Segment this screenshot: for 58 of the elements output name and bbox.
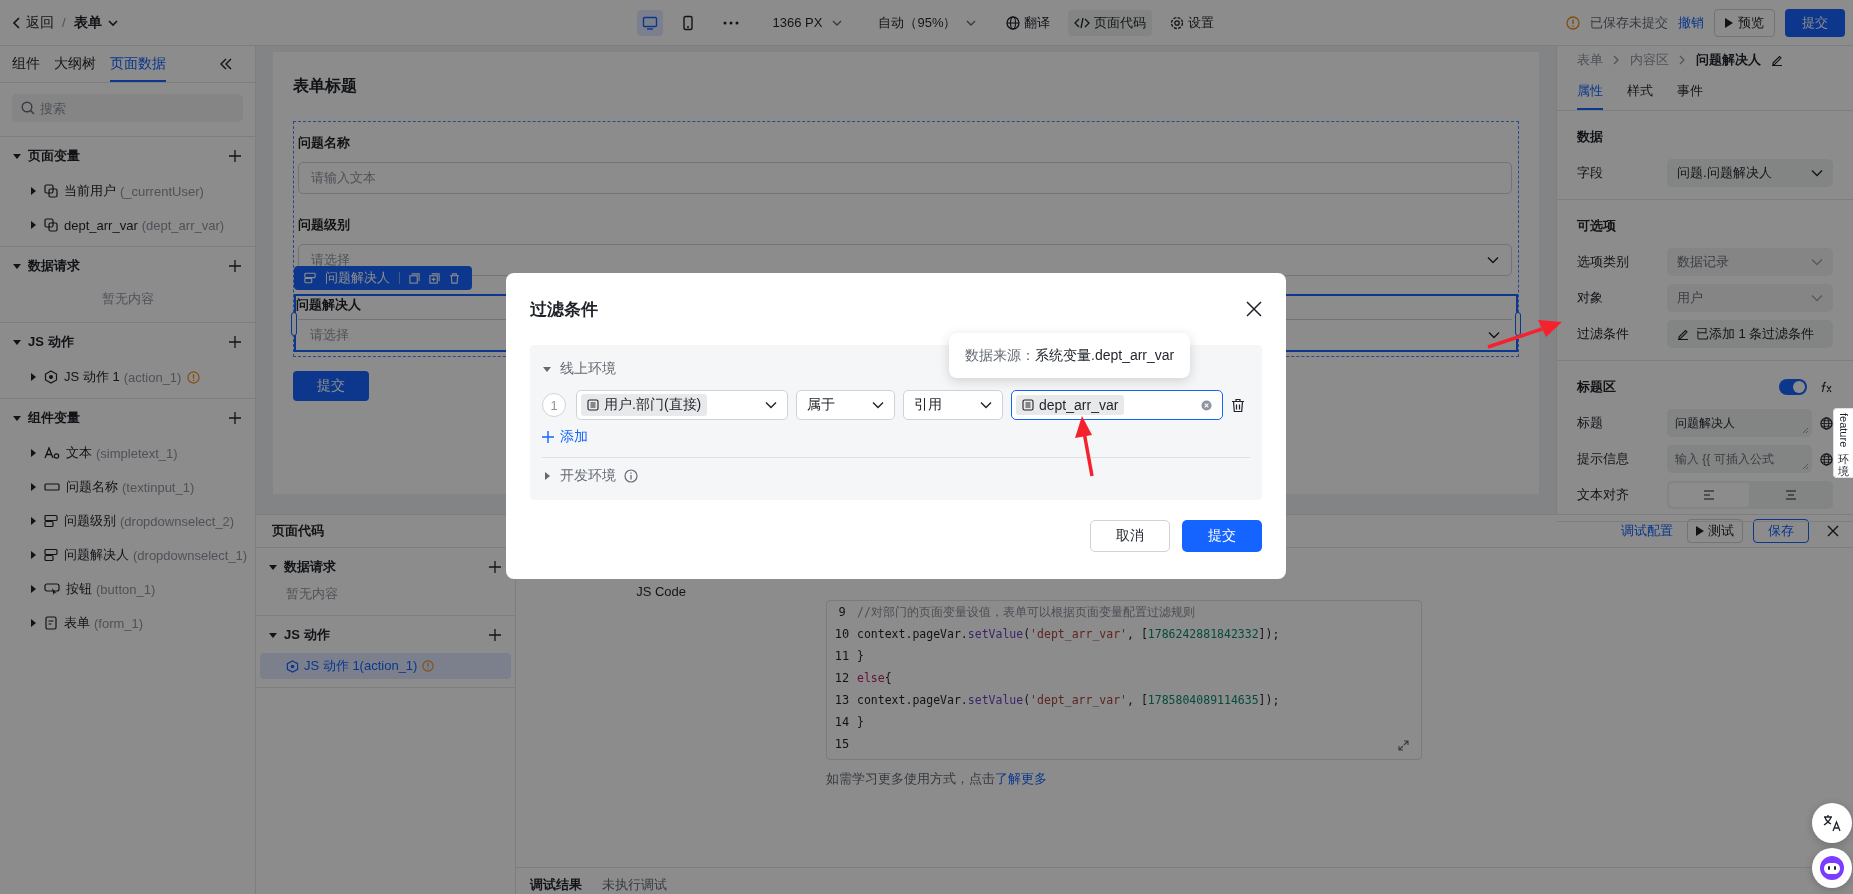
line-number: 10 [833,627,851,641]
tree-item-code: (_currentUser) [120,183,204,199]
line-number: 11 [833,649,851,663]
code-line: context.pageVar.setValue('dept_arr_var', [1785804089114635]); [857,693,1280,707]
panel-title: 页面代码 [272,522,324,540]
tooltip-value: 系统变量.dept_arr_var [1035,346,1175,365]
line-number: 13 [833,693,851,707]
property-label: 过滤条件 [1577,325,1630,343]
section-title: 组件变量 [28,408,80,427]
row-number: 1 [542,393,566,417]
path-separator: / [62,15,66,30]
code-line: else{ [857,671,892,685]
form-title: 表单标题 [293,76,358,96]
property-label: 字段 [1577,164,1604,182]
tree-item-code: (button_1) [96,581,156,597]
field-label: 问题解决人 [296,297,361,312]
property-label: 文本对齐 [1577,486,1630,504]
line-number: 14 [833,715,851,729]
section-title: JS 动作 [28,332,74,351]
field-label: 问题名称 [298,135,350,150]
tree-item-code: (form_1) [94,615,144,631]
empty-text: 暂无内容 [100,290,155,308]
section-title: 数据请求 [28,256,80,275]
tree-item-code: (simpletext_1) [96,445,178,461]
help-text: 如需学习更多使用方式，点击了解更多 [826,770,1048,788]
field-placeholder: 请选择 [310,326,349,344]
field-placeholder: 请选择 [311,251,350,269]
line-number: 12 [833,671,851,685]
toolbar-label: 问题解决人 [325,269,390,287]
save-status: 已保存未提交 [1590,13,1668,32]
code-label: JS Code [635,584,687,601]
field-label: 问题级别 [298,217,350,232]
section-title: 数据请求 [284,557,336,576]
property-label: 对象 [1577,289,1604,307]
tooltip-label: 数据来源： [965,346,1035,365]
section-title: 页面变量 [28,146,80,165]
tree-item-code: (dept_arr_var) [141,217,225,233]
group-title: 标题区 [1577,378,1617,396]
code-line: } [857,649,864,663]
property-label: 提示信息 [1577,450,1630,468]
tree-item-code: (action_1) [123,369,182,385]
code-line: } [857,715,864,729]
dialog-title: 过滤条件 [530,298,598,321]
section-title: JS 动作 [284,625,330,644]
property-label: 标题 [1577,414,1604,432]
tree-item-code: (dropdownselect_2) [120,513,235,529]
tree-item-code: (dropdownselect_1) [133,547,248,563]
code-line: context.pageVar.setValue('dept_arr_var', [1786242881842332]); [857,627,1280,641]
empty-text: 暂无内容 [285,585,339,603]
environment-title: 线上环境 [560,360,616,378]
feature-env-label: 环境 [1838,452,1849,477]
property-label: 选项类别 [1577,253,1630,271]
line-number: 15 [833,737,851,751]
line-number: 9 [837,605,847,619]
group-title: 可选项 [1577,217,1617,235]
group-title: 数据 [1577,128,1604,146]
tree-item-code: (textinput_1) [122,479,195,495]
environment-title: 开发环境 [560,467,616,485]
